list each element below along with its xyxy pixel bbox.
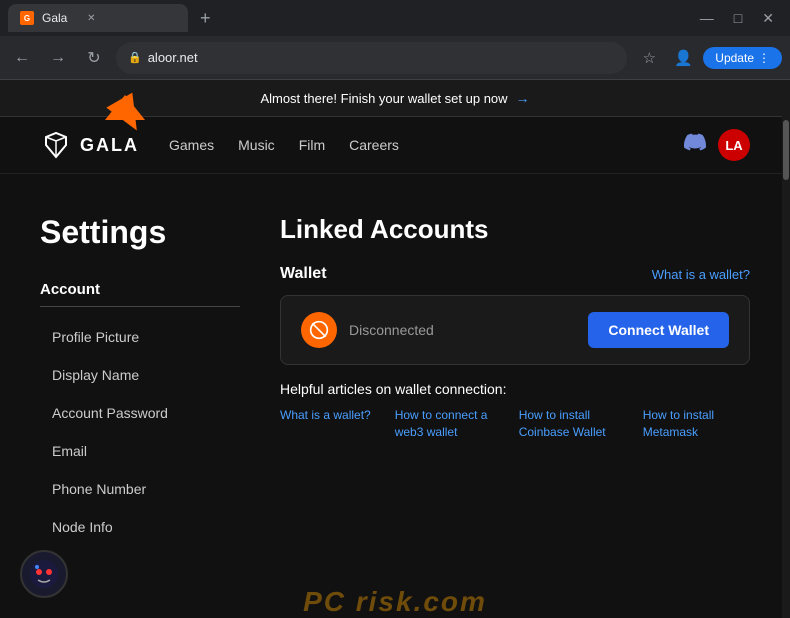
sidebar-item-account-password[interactable]: Account Password — [40, 395, 240, 431]
tab-close-button[interactable]: ✕ — [83, 10, 99, 26]
maximize-button[interactable]: □ — [726, 8, 750, 28]
wallet-section-header: Wallet What is a wallet? — [280, 265, 750, 283]
banner: Almost there! Finish your wallet set up … — [0, 80, 790, 117]
content-title: Linked Accounts — [280, 214, 750, 245]
bot-overlay — [20, 550, 68, 598]
logo-text: GALA — [80, 135, 139, 156]
sidebar-item-node-info[interactable]: Node Info — [40, 509, 240, 545]
what-is-wallet-link[interactable]: What is a wallet? — [652, 267, 750, 282]
forward-button[interactable]: → — [44, 44, 72, 72]
sidebar-item-phone-number[interactable]: Phone Number — [40, 471, 240, 507]
address-text: aloor.net — [148, 50, 616, 65]
sidebar-item-email[interactable]: Email — [40, 433, 240, 469]
sidebar-item-profile-picture[interactable]: Profile Picture — [40, 319, 240, 355]
scrollbar[interactable] — [782, 80, 790, 618]
nav-links: Games Music Film Careers — [169, 137, 684, 153]
toolbar-actions: ☆ 👤 Update ⋮ — [635, 44, 782, 72]
site-nav: GALA Games Music Film Careers LA — [0, 117, 790, 174]
banner-arrow-icon[interactable]: → — [516, 90, 530, 106]
nav-careers[interactable]: Careers — [349, 137, 399, 153]
profile-icon[interactable]: 👤 — [669, 44, 697, 72]
window-controls: — □ ✕ — [692, 8, 782, 29]
wallet-disconnected-icon — [301, 312, 337, 348]
new-tab-button[interactable]: + — [192, 8, 219, 29]
scrollbar-thumb[interactable] — [783, 120, 789, 180]
helpful-links-list: What is a wallet? How to connect a web3 … — [280, 407, 750, 441]
banner-text: Almost there! Finish your wallet set up … — [260, 91, 507, 106]
main-layout: Settings Account Profile Picture Display… — [0, 194, 790, 618]
page-content: Almost there! Finish your wallet set up … — [0, 80, 790, 618]
nav-film[interactable]: Film — [299, 137, 325, 153]
content-area: Linked Accounts Wallet What is a wallet?… — [280, 194, 750, 618]
helpful-link-0[interactable]: What is a wallet? — [280, 407, 371, 441]
sidebar-item-display-name[interactable]: Display Name — [40, 357, 240, 393]
user-avatar[interactable]: LA — [718, 129, 750, 161]
nav-music[interactable]: Music — [238, 137, 275, 153]
browser-tab[interactable]: G Gala ✕ — [8, 4, 188, 32]
tab-favicon: G — [20, 11, 34, 25]
discord-icon[interactable] — [684, 131, 706, 159]
page-title: Settings — [40, 214, 240, 251]
address-bar[interactable]: 🔒 aloor.net — [116, 42, 627, 74]
back-button[interactable]: ← — [8, 44, 36, 72]
browser-titlebar: G Gala ✕ + — □ ✕ — [0, 0, 790, 36]
wallet-card: Disconnected Connect Wallet — [280, 295, 750, 365]
sidebar: Settings Account Profile Picture Display… — [40, 194, 240, 618]
refresh-button[interactable]: ↻ — [80, 44, 108, 72]
connect-wallet-button[interactable]: Connect Wallet — [588, 312, 729, 348]
lock-icon: 🔒 — [128, 51, 142, 64]
wallet-section-label: Wallet — [280, 265, 327, 283]
helpful-link-1[interactable]: How to connect a web3 wallet — [395, 407, 495, 441]
helpful-link-3[interactable]: How to install Metamask — [643, 407, 743, 441]
update-button[interactable]: Update ⋮ — [703, 47, 782, 69]
menu-dots-icon: ⋮ — [758, 51, 770, 65]
tab-title: Gala — [42, 11, 67, 25]
close-button[interactable]: ✕ — [754, 8, 782, 29]
helpful-link-2[interactable]: How to install Coinbase Wallet — [519, 407, 619, 441]
nav-games[interactable]: Games — [169, 137, 214, 153]
helpful-articles-title: Helpful articles on wallet connection: — [280, 381, 750, 397]
logo[interactable]: GALA — [40, 129, 139, 161]
wallet-status-text: Disconnected — [349, 322, 576, 338]
nav-right: LA — [684, 129, 750, 161]
browser-window: G Gala ✕ + — □ ✕ ← → ↻ 🔒 aloor.net ☆ 👤 U… — [0, 0, 790, 618]
bookmark-icon[interactable]: ☆ — [635, 44, 663, 72]
browser-toolbar: ← → ↻ 🔒 aloor.net ☆ 👤 Update ⋮ — [0, 36, 790, 80]
minimize-button[interactable]: — — [692, 8, 722, 28]
sidebar-section-title: Account — [40, 281, 240, 307]
